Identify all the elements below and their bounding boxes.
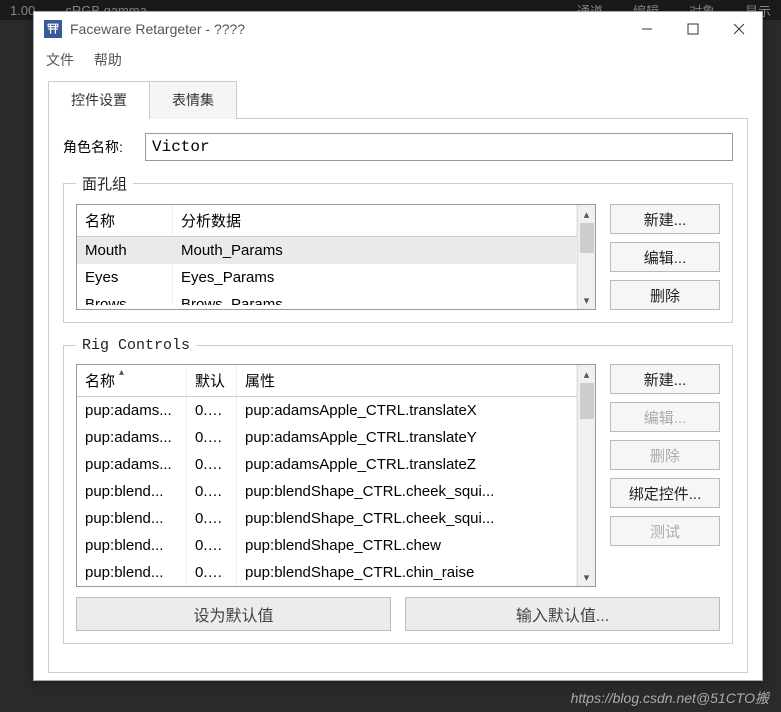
sort-asc-icon: ▴: [119, 367, 124, 378]
face-group-fieldset: 面孔组 名称 分析数据 Mouth: [63, 173, 733, 323]
list-item[interactable]: Brows Brows_Params: [77, 291, 577, 305]
rig-edit-button[interactable]: 编辑...: [610, 402, 720, 432]
maximize-button[interactable]: [670, 14, 716, 44]
role-name-input[interactable]: [145, 133, 733, 161]
rig-delete-button[interactable]: 删除: [610, 440, 720, 470]
scroll-thumb[interactable]: [580, 383, 594, 419]
list-item[interactable]: Mouth Mouth_Params: [77, 237, 577, 264]
rig-bind-button[interactable]: 绑定控件...: [610, 478, 720, 508]
watermark: https://blog.csdn.net@51CTO搬: [571, 688, 769, 708]
set-default-button[interactable]: 设为默认值: [76, 597, 391, 631]
dialog-window: Faceware Retargeter - ???? 文件 帮助 控件设置 表情…: [33, 11, 763, 681]
app-icon: [44, 20, 62, 38]
bg-item: 1.00: [10, 3, 35, 18]
col-default[interactable]: 默认: [187, 365, 237, 396]
face-group-list[interactable]: 名称 分析数据 Mouth Mouth_Params Eyes: [76, 204, 596, 310]
scroll-down-icon[interactable]: ▾: [578, 291, 595, 309]
tabstrip: 控件设置 表情集: [48, 80, 748, 119]
scrollbar[interactable]: ▴ ▾: [577, 365, 595, 586]
col-data[interactable]: 分析数据: [173, 205, 577, 236]
minimize-button[interactable]: [624, 14, 670, 44]
titlebar: Faceware Retargeter - ????: [34, 12, 762, 46]
col-attr[interactable]: 属性: [237, 365, 577, 396]
role-row: 角色名称:: [63, 133, 733, 161]
col-name[interactable]: 名称▴: [77, 365, 187, 396]
menu-help[interactable]: 帮助: [94, 52, 122, 68]
list-item[interactable]: pup:blend...0.0...pup:blendShape_CTRL.ch…: [77, 532, 577, 559]
scroll-down-icon[interactable]: ▾: [578, 568, 595, 586]
list-item[interactable]: Eyes Eyes_Params: [77, 264, 577, 291]
tab-panel: 角色名称: 面孔组 名称 分析数据: [48, 119, 748, 673]
list-item[interactable]: pup:adams...0.0...pup:adamsApple_CTRL.tr…: [77, 397, 577, 424]
facegroup-edit-button[interactable]: 编辑...: [610, 242, 720, 272]
scrollbar[interactable]: ▴ ▾: [577, 205, 595, 309]
menubar: 文件 帮助: [34, 46, 762, 80]
rig-controls-fieldset: Rig Controls 名称▴ 默认 属性 pup:adams...0.0..…: [63, 337, 733, 644]
menu-file[interactable]: 文件: [46, 52, 74, 68]
col-name[interactable]: 名称: [77, 205, 173, 236]
list-item[interactable]: pup:blend...0.0...pup:blendShape_CTRL.ch…: [77, 505, 577, 532]
list-item[interactable]: pup:adams...0.0...pup:adamsApple_CTRL.tr…: [77, 451, 577, 478]
rig-legend: Rig Controls: [76, 337, 196, 354]
role-label: 角色名称:: [63, 137, 145, 157]
scroll-thumb[interactable]: [580, 223, 594, 253]
tab-controls[interactable]: 控件设置: [48, 81, 150, 119]
rig-new-button[interactable]: 新建...: [610, 364, 720, 394]
rig-list[interactable]: 名称▴ 默认 属性 pup:adams...0.0...pup:adamsApp…: [76, 364, 596, 587]
scroll-up-icon[interactable]: ▴: [578, 365, 595, 383]
list-item[interactable]: pup:blend...0.0...pup:blendShape_CTRL.ch…: [77, 559, 577, 586]
face-group-legend: 面孔组: [76, 173, 133, 194]
list-item[interactable]: pup:blend...0.0...pup:blendShape_CTRL.ch…: [77, 478, 577, 505]
window-title: Faceware Retargeter - ????: [70, 21, 245, 37]
scroll-up-icon[interactable]: ▴: [578, 205, 595, 223]
close-button[interactable]: [716, 14, 762, 44]
tab-expressions[interactable]: 表情集: [149, 81, 237, 119]
facegroup-new-button[interactable]: 新建...: [610, 204, 720, 234]
facegroup-delete-button[interactable]: 删除: [610, 280, 720, 310]
input-default-button[interactable]: 输入默认值...: [405, 597, 720, 631]
list-item[interactable]: pup:adams...0.0...pup:adamsApple_CTRL.tr…: [77, 424, 577, 451]
rig-test-button[interactable]: 测试: [610, 516, 720, 546]
